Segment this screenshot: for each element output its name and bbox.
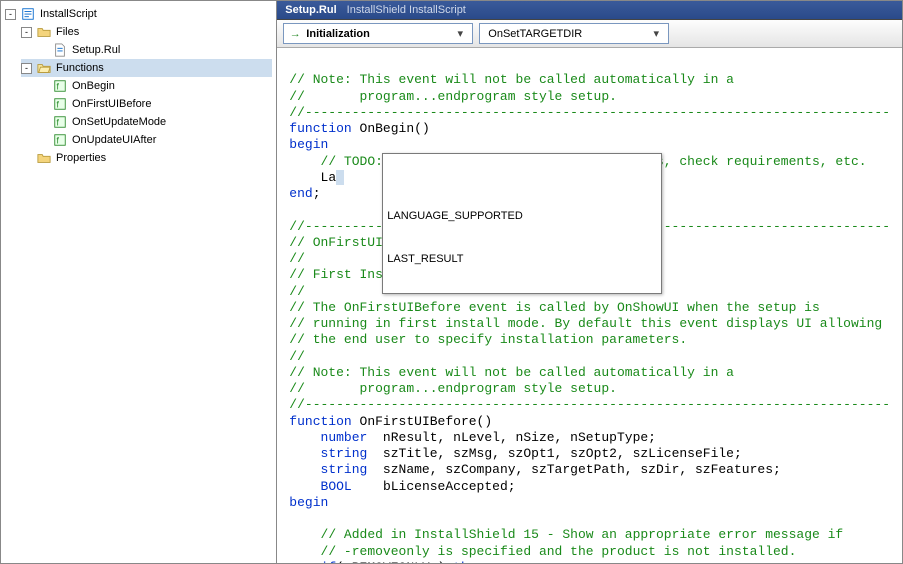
function-combo[interactable]: OnSetTARGETDIR ▾ — [479, 23, 669, 44]
chevron-down-icon[interactable]: ▾ — [452, 27, 468, 40]
folder-icon — [36, 150, 52, 166]
tree-fn[interactable]: f OnUpdateUIAfter — [37, 131, 272, 149]
tree-fn[interactable]: f OnSetUpdateMode — [37, 113, 272, 131]
tree-label: Files — [56, 26, 79, 38]
tree-properties[interactable]: Properties — [21, 149, 272, 167]
spacer — [37, 45, 48, 56]
combo-label: Initialization — [302, 28, 452, 40]
autocomplete-item[interactable]: LAST_RESULT — [383, 252, 661, 265]
autocomplete-popup[interactable]: LANGUAGE_SUPPORTED LAST_RESULT LaunchApp… — [382, 153, 662, 294]
folder-icon — [36, 24, 52, 40]
function-icon: f — [52, 132, 68, 148]
function-icon: f — [52, 114, 68, 130]
editor-filename: Setup.Rul — [285, 4, 336, 16]
folder-open-icon — [36, 60, 52, 76]
function-icon: f — [52, 96, 68, 112]
tree-fn[interactable]: f OnFirstUIBefore — [37, 95, 272, 113]
minus-icon[interactable]: - — [5, 9, 16, 20]
tree-functions[interactable]: - Functions — [21, 59, 272, 77]
section-combo[interactable]: → Initialization ▾ — [283, 23, 473, 44]
tree-label: Functions — [56, 62, 104, 74]
tree-label: OnSetUpdateMode — [72, 116, 166, 128]
tree-fn[interactable]: f OnBegin — [37, 77, 272, 95]
file-icon — [52, 42, 68, 58]
tree-label: OnBegin — [72, 80, 115, 92]
minus-icon[interactable]: - — [21, 63, 32, 74]
tree-label: Properties — [56, 152, 106, 164]
tree-label: OnUpdateUIAfter — [72, 134, 156, 146]
tree-file-setup[interactable]: Setup.Rul — [37, 41, 272, 59]
editor-pane: Setup.Rul InstallShield InstallScript → … — [277, 1, 902, 563]
editor-toolbar: → Initialization ▾ OnSetTARGETDIR ▾ — [277, 20, 902, 48]
editor-description: InstallShield InstallScript — [347, 4, 466, 16]
tree-root[interactable]: - InstallScript — [5, 5, 272, 23]
function-icon: f — [52, 78, 68, 94]
tree-label: Setup.Rul — [72, 44, 120, 56]
project-tree: - InstallScript - Files — [1, 1, 277, 563]
script-icon — [20, 6, 36, 22]
tree-files[interactable]: - Files — [21, 23, 272, 41]
chevron-down-icon[interactable]: ▾ — [648, 27, 664, 40]
combo-label: OnSetTARGETDIR — [484, 28, 648, 40]
autocomplete-item[interactable]: LANGUAGE_SUPPORTED — [383, 209, 661, 225]
code-editor[interactable]: // Note: This event will not be called a… — [277, 48, 902, 563]
arrow-right-icon: → — [288, 28, 302, 40]
tree-label: OnFirstUIBefore — [72, 98, 151, 110]
tree-label: InstallScript — [40, 8, 97, 20]
minus-icon[interactable]: - — [21, 27, 32, 38]
editor-header: Setup.Rul InstallShield InstallScript — [277, 1, 902, 20]
